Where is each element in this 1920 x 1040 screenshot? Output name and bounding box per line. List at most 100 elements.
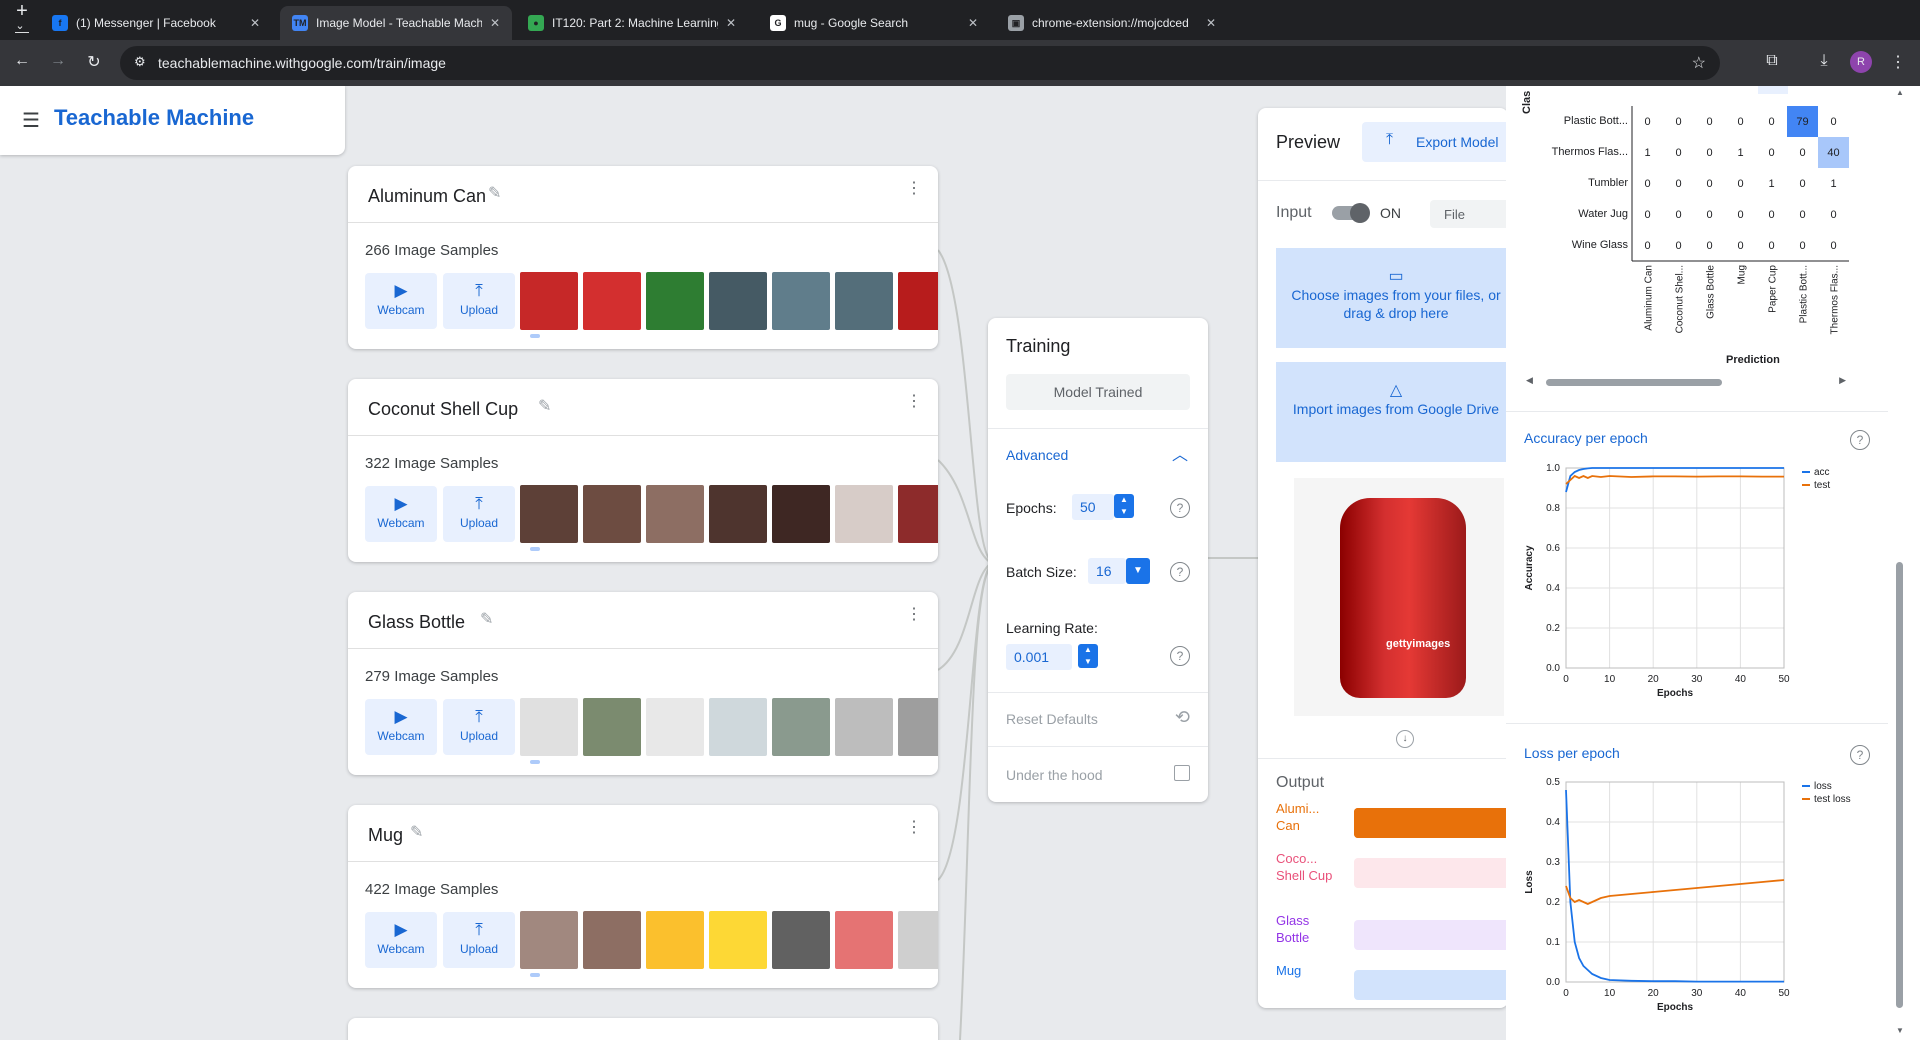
sample-thumbnail[interactable] bbox=[583, 485, 641, 543]
back-icon[interactable]: ← bbox=[10, 52, 34, 70]
advanced-toggle[interactable]: Advanced ︿ bbox=[988, 428, 1208, 478]
sample-thumbnail[interactable] bbox=[520, 485, 578, 543]
sample-thumbnails[interactable] bbox=[520, 485, 938, 545]
learning-rate-input[interactable]: 0.001 bbox=[1006, 644, 1072, 670]
close-tab-icon[interactable]: ✕ bbox=[968, 16, 978, 30]
sample-thumbnail[interactable] bbox=[709, 272, 767, 330]
sample-thumbnail[interactable] bbox=[709, 911, 767, 969]
browser-tab[interactable]: f (1) Messenger | Facebook ✕ bbox=[40, 6, 272, 40]
sample-thumbnail[interactable] bbox=[583, 911, 641, 969]
browser-tab[interactable]: TM Image Model - Teachable Machine ✕ bbox=[280, 6, 512, 40]
class-name[interactable]: Aluminum Can bbox=[368, 186, 486, 207]
upload-button[interactable]: ⤒ Upload bbox=[443, 912, 515, 968]
sample-thumbnail[interactable] bbox=[772, 272, 830, 330]
sample-thumbnail[interactable] bbox=[709, 698, 767, 756]
close-tab-icon[interactable]: ✕ bbox=[490, 16, 500, 30]
horizontal-scrollbar[interactable]: ◀ ▶ bbox=[1526, 375, 1846, 388]
tab-search-button[interactable]: ⌄ bbox=[8, 8, 32, 42]
more-options-icon[interactable]: ⋮ bbox=[906, 394, 922, 410]
upload-button[interactable]: ⤒ Upload bbox=[443, 699, 515, 755]
scroll-down-icon[interactable]: ▼ bbox=[1896, 1026, 1904, 1035]
webcam-button[interactable]: ▶ Webcam bbox=[365, 699, 437, 755]
sample-thumbnail[interactable] bbox=[646, 911, 704, 969]
accuracy-help-icon[interactable]: ? bbox=[1850, 430, 1870, 450]
chevron-down-icon[interactable]: ▼ bbox=[1126, 558, 1150, 584]
download-icon[interactable]: ⤓ bbox=[1812, 52, 1836, 70]
page-scrollbar[interactable]: ▲ ▼ bbox=[1888, 86, 1920, 1040]
scroll-left-icon[interactable]: ◀ bbox=[1526, 375, 1533, 386]
url-field[interactable]: ⚙ teachablemachine.withgoogle.com/train/… bbox=[120, 46, 1720, 80]
reload-icon[interactable]: ↻ bbox=[82, 52, 106, 72]
sample-thumbnail[interactable] bbox=[898, 272, 938, 330]
scroll-right-icon[interactable]: ▶ bbox=[1839, 375, 1846, 386]
sample-thumbnails[interactable] bbox=[520, 698, 938, 758]
webcam-button[interactable]: ▶ Webcam bbox=[365, 912, 437, 968]
loss-help-icon[interactable]: ? bbox=[1850, 745, 1870, 765]
class-name[interactable]: Mug bbox=[368, 825, 403, 846]
scrollbar-thumb[interactable] bbox=[1546, 379, 1722, 386]
browser-tab[interactable]: Gmug - Google Search ✕ bbox=[758, 6, 990, 40]
batch-size-select[interactable]: 16 bbox=[1088, 558, 1126, 584]
edit-pencil-icon[interactable]: ✎ bbox=[480, 609, 493, 629]
sample-thumbnails[interactable] bbox=[520, 911, 938, 971]
sample-thumbnail[interactable] bbox=[898, 911, 938, 969]
sample-thumbnail[interactable] bbox=[772, 485, 830, 543]
close-tab-icon[interactable]: ✕ bbox=[1206, 16, 1216, 30]
more-options-icon[interactable]: ⋮ bbox=[906, 607, 922, 623]
more-options-icon[interactable]: ⋮ bbox=[906, 820, 922, 836]
class-name[interactable]: Glass Bottle bbox=[368, 612, 465, 633]
bookmark-star-icon[interactable]: ☆ bbox=[1692, 53, 1706, 73]
site-info-icon[interactable]: ⚙ bbox=[134, 54, 146, 70]
more-options-icon[interactable]: ⋮ bbox=[906, 181, 922, 197]
edit-pencil-icon[interactable]: ✎ bbox=[488, 183, 501, 203]
upload-button[interactable]: ⤒ Upload bbox=[443, 273, 515, 329]
webcam-button[interactable]: ▶ Webcam bbox=[365, 273, 437, 329]
sample-thumbnail[interactable] bbox=[898, 485, 938, 543]
reset-defaults-button[interactable]: Reset Defaults ⟲ bbox=[988, 692, 1208, 746]
model-trained-button[interactable]: Model Trained bbox=[1006, 374, 1190, 410]
extensions-icon[interactable]: ⧉ bbox=[1760, 52, 1784, 70]
sample-thumbnail[interactable] bbox=[772, 911, 830, 969]
edit-pencil-icon[interactable]: ✎ bbox=[538, 396, 551, 416]
file-source-select[interactable]: File bbox=[1430, 200, 1508, 228]
app-title[interactable]: Teachable Machine bbox=[54, 105, 254, 131]
epochs-help-icon[interactable]: ? bbox=[1170, 498, 1190, 518]
sample-thumbnail[interactable] bbox=[520, 272, 578, 330]
epochs-stepper[interactable]: ▲ ▼ bbox=[1114, 494, 1134, 518]
sample-thumbnail[interactable] bbox=[520, 698, 578, 756]
under-the-hood-button[interactable]: Under the hood bbox=[988, 746, 1208, 802]
browser-tab[interactable]: ▣ chrome-extension://mojcdced ✕ bbox=[996, 6, 1228, 40]
sample-thumbnail[interactable] bbox=[583, 272, 641, 330]
sample-thumbnail[interactable] bbox=[835, 698, 893, 756]
sample-thumbnail[interactable] bbox=[709, 485, 767, 543]
input-toggle[interactable] bbox=[1332, 203, 1370, 223]
page-scrollbar-thumb[interactable] bbox=[1896, 562, 1903, 1008]
sample-thumbnail[interactable] bbox=[835, 272, 893, 330]
edit-pencil-icon[interactable]: ✎ bbox=[410, 822, 423, 842]
learning-rate-stepper[interactable]: ▲ ▼ bbox=[1078, 644, 1098, 668]
upload-button[interactable]: ⤒ Upload bbox=[443, 486, 515, 542]
scroll-up-icon[interactable]: ▲ bbox=[1896, 88, 1904, 97]
arrow-down-icon[interactable]: ↓ bbox=[1396, 730, 1414, 748]
sample-thumbnail[interactable] bbox=[835, 911, 893, 969]
sample-thumbnail[interactable] bbox=[772, 698, 830, 756]
sample-thumbnail[interactable] bbox=[520, 911, 578, 969]
export-model-button[interactable]: ⤒ Export Model bbox=[1362, 122, 1508, 162]
hamburger-menu-icon[interactable]: ☰ bbox=[22, 108, 40, 133]
sample-thumbnails[interactable] bbox=[520, 272, 938, 332]
browser-tab[interactable]: ● IT120: Part 2: Machine Learning ✕ bbox=[516, 6, 748, 40]
sample-thumbnail[interactable] bbox=[835, 485, 893, 543]
sample-thumbnail[interactable] bbox=[646, 698, 704, 756]
epochs-input[interactable]: 50 bbox=[1072, 494, 1114, 520]
learning-rate-help-icon[interactable]: ? bbox=[1170, 646, 1190, 666]
file-drop-zone[interactable]: ▭ Choose images from your files, or drag… bbox=[1276, 248, 1508, 348]
menu-kebab-icon[interactable]: ⋮ bbox=[1886, 52, 1910, 72]
class-name[interactable]: Coconut Shell Cup bbox=[368, 399, 518, 420]
sample-thumbnail[interactable] bbox=[646, 485, 704, 543]
google-drive-import[interactable]: △ Import images from Google Drive bbox=[1276, 362, 1508, 462]
sample-thumbnail[interactable] bbox=[583, 698, 641, 756]
forward-icon[interactable]: → bbox=[46, 52, 70, 70]
profile-avatar[interactable]: R bbox=[1850, 51, 1872, 73]
batch-size-help-icon[interactable]: ? bbox=[1170, 562, 1190, 582]
webcam-button[interactable]: ▶ Webcam bbox=[365, 486, 437, 542]
